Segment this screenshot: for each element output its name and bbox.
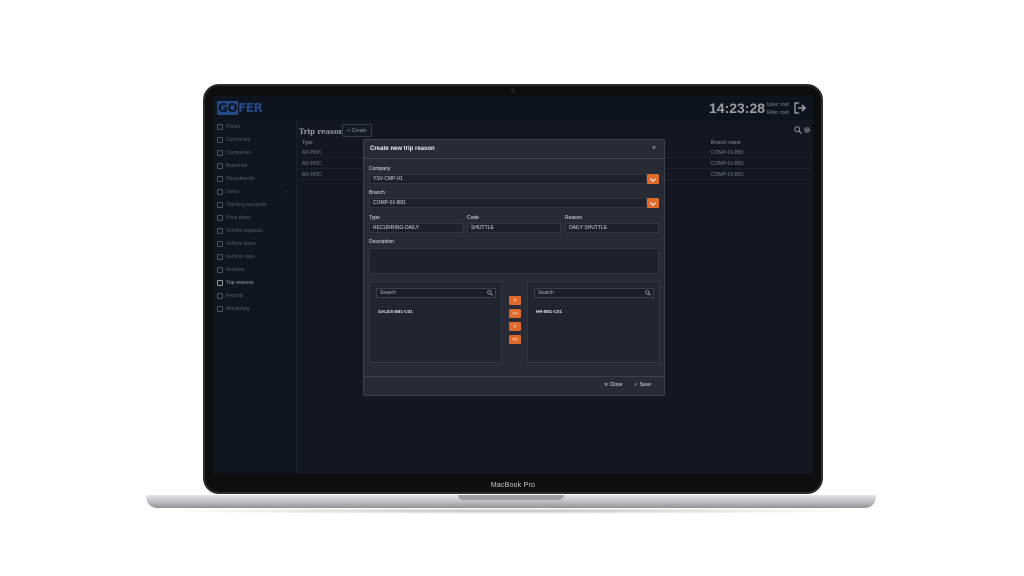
- app-screen: GOFER 14:23:28 User: root Role: root Poi…: [213, 96, 813, 474]
- laptop-shadow: [160, 508, 862, 514]
- modal-footer: ✕ Close ✓ Save: [364, 376, 664, 396]
- modal-title: Create new trip reason: [370, 146, 435, 152]
- branch-dropdown-button[interactable]: [647, 198, 659, 208]
- move-all-right-button[interactable]: >>: [509, 309, 521, 318]
- list-item[interactable]: SALES-B81-C01: [378, 309, 413, 314]
- list-item[interactable]: HR-B81-C01: [536, 309, 562, 314]
- type-label: Type: [369, 215, 380, 221]
- search-icon: [645, 290, 651, 296]
- code-field[interactable]: SHUTTLE: [467, 223, 561, 233]
- available-list-panel: Search SALES-B81-C01: [369, 281, 502, 363]
- description-textarea[interactable]: [369, 248, 659, 274]
- reason-field[interactable]: DAILY SHUTTLE: [565, 223, 659, 233]
- modal-header: Create new trip reason ×: [364, 140, 664, 159]
- close-button[interactable]: ✕ Close: [604, 382, 622, 388]
- branch-label: Branch: [369, 190, 385, 196]
- camera: [511, 89, 515, 93]
- create-trip-reason-modal: Create new trip reason × Company YSV-CMP…: [363, 139, 665, 396]
- laptop-notch: [458, 495, 564, 500]
- search-icon: [487, 290, 493, 296]
- move-right-button[interactable]: >: [509, 296, 521, 305]
- close-icon[interactable]: ×: [652, 145, 656, 152]
- device-label: MacBook Pro: [490, 482, 536, 489]
- available-search-input[interactable]: Search: [376, 288, 496, 298]
- move-all-left-button[interactable]: <<: [509, 335, 521, 344]
- move-left-button[interactable]: <: [509, 322, 521, 331]
- save-button[interactable]: ✓ Save: [634, 382, 651, 388]
- reason-label: Reason: [565, 215, 583, 221]
- type-field[interactable]: RECURRING-DAILY: [369, 223, 463, 233]
- branch-select[interactable]: COMP-01-B81: [369, 198, 647, 208]
- selected-search-input[interactable]: Search: [534, 288, 654, 298]
- company-dropdown-button[interactable]: [647, 174, 659, 184]
- description-label: Description: [369, 239, 395, 245]
- code-label: Code: [467, 215, 479, 221]
- company-select[interactable]: YSV-CMP-01: [369, 174, 647, 184]
- selected-list-panel: Search HR-B81-C01: [527, 281, 660, 363]
- company-label: Company: [369, 166, 391, 172]
